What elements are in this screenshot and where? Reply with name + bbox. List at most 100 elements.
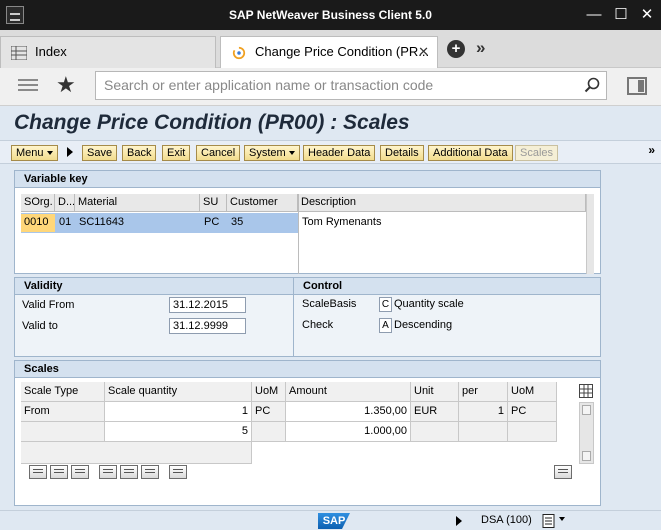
delete-row-icon[interactable]: [120, 465, 138, 479]
scale-basis-text: Quantity scale: [394, 298, 464, 310]
search-icon[interactable]: [584, 77, 600, 93]
cell-sorg[interactable]: 0010: [21, 214, 55, 232]
col-header-sorg[interactable]: SOrg.: [21, 194, 55, 212]
search-placeholder: Search or enter application name or tran…: [104, 77, 434, 93]
save-button[interactable]: Save: [82, 145, 118, 161]
cell-d: 01: [59, 216, 72, 228]
vertical-scrollbar[interactable]: [579, 402, 594, 464]
variable-key-title: Variable key: [15, 171, 600, 188]
scale-quantity-input[interactable]: 1: [105, 402, 252, 422]
refresh-icon: [232, 46, 246, 60]
page-title: Change Price Condition (PR00) : Scales: [14, 111, 410, 134]
maximize-icon[interactable]: ☐: [611, 5, 631, 25]
scroll-up-icon[interactable]: [582, 405, 591, 415]
check-label: Check: [302, 319, 334, 331]
tab-change-price-condition[interactable]: Change Price Condition (PR... ✕: [220, 36, 438, 68]
deselect-all-icon[interactable]: [71, 465, 89, 479]
vertical-scrollbar[interactable]: [586, 194, 594, 274]
cell-material: SC11643: [79, 216, 125, 228]
uom-cell: [252, 422, 286, 442]
tab-change-price-condition-label: Change Price Condition (PR...: [255, 44, 430, 59]
amount-input[interactable]: 1.350,00: [286, 402, 411, 422]
variable-key-group: Variable key SOrg. D... Material SU Cust…: [14, 170, 601, 274]
validity-title: Validity: [15, 278, 293, 295]
system-button-label: System: [249, 147, 286, 159]
check-text: Descending: [394, 319, 453, 331]
control-title: Control: [294, 278, 600, 295]
details-icon[interactable]: [169, 465, 187, 479]
toolbar-overflow-chevron-icon[interactable]: »: [648, 143, 655, 157]
back-button[interactable]: Back: [122, 145, 157, 161]
copy-row-icon[interactable]: [141, 465, 159, 479]
minimize-icon[interactable]: —: [584, 5, 604, 25]
scale-type-cell: From: [21, 402, 105, 422]
scales-body: Scale Type Scale quantity UoM Amount Uni…: [15, 378, 600, 505]
col-header-description[interactable]: Description: [298, 194, 586, 212]
additional-data-button[interactable]: Additional Data: [428, 145, 513, 161]
new-tab-plus-icon[interactable]: +: [447, 40, 465, 58]
play-arrow-icon[interactable]: [67, 147, 73, 157]
dropdown-caret-icon: [288, 151, 295, 156]
tab-index[interactable]: Index: [0, 36, 216, 68]
variable-key-body: SOrg. D... Material SU Customer Descript…: [15, 188, 600, 274]
more-tabs-chevron-icon[interactable]: »: [476, 38, 485, 58]
valid-from-label: Valid From: [22, 299, 75, 311]
validity-body: Valid From 31.12.2015 Valid to 31.12.999…: [15, 295, 293, 356]
status-arrow-icon[interactable]: [456, 516, 462, 526]
scale-basis-code-field[interactable]: C: [379, 297, 392, 312]
insert-row-icon[interactable]: [99, 465, 117, 479]
control-group: Control ScaleBasis C Quantity scale Chec…: [293, 277, 601, 357]
per-cell: [459, 422, 508, 442]
select-block-icon[interactable]: [50, 465, 68, 479]
col-header-uom[interactable]: UoM: [252, 382, 286, 402]
scales-title: Scales: [15, 361, 600, 378]
col-header-scale-type[interactable]: Scale Type: [21, 382, 105, 402]
scale-basis-label: ScaleBasis: [302, 298, 357, 310]
dropdown-caret-icon[interactable]: [559, 517, 565, 521]
col-header-unit[interactable]: Unit: [411, 382, 459, 402]
col-header-material[interactable]: Material: [75, 194, 200, 212]
valid-to-field[interactable]: 31.12.9999: [169, 318, 246, 334]
col-header-scale-quantity[interactable]: Scale quantity: [105, 382, 252, 402]
scale-quantity-input[interactable]: 5: [105, 422, 252, 442]
side-panel-icon[interactable]: [627, 77, 647, 95]
cancel-button[interactable]: Cancel: [196, 145, 241, 161]
col-header-per[interactable]: per: [459, 382, 508, 402]
scales-button[interactable]: Scales: [515, 145, 559, 161]
col-header-amount[interactable]: Amount: [286, 382, 411, 402]
uom2-cell: PC: [508, 402, 557, 422]
check-code-field[interactable]: A: [379, 318, 392, 333]
control-body: ScaleBasis C Quantity scale Check A Desc…: [294, 295, 600, 356]
search-input[interactable]: Search or enter application name or tran…: [95, 71, 607, 100]
col-header-customer[interactable]: Customer: [227, 194, 298, 212]
grid-icon: [11, 46, 27, 60]
unit-cell: [411, 422, 459, 442]
validity-group: Validity Valid From 31.12.2015 Valid to …: [14, 277, 294, 357]
exit-button[interactable]: Exit: [162, 145, 191, 161]
scroll-down-icon[interactable]: [582, 451, 591, 461]
window-title-bar: SAP NetWeaver Business Client 5.0 — ☐ ✕: [0, 0, 661, 30]
amount-input[interactable]: 1.000,00: [286, 422, 411, 442]
uom-cell: PC: [252, 402, 286, 422]
menu-list-icon[interactable]: [18, 79, 38, 95]
table-settings-icon[interactable]: [579, 384, 593, 398]
system-button[interactable]: System: [244, 145, 300, 161]
col-header-su[interactable]: SU: [200, 194, 227, 212]
unit-cell: EUR: [411, 402, 459, 422]
header-data-button[interactable]: Header Data: [303, 145, 376, 161]
col-header-uom2[interactable]: UoM: [508, 382, 557, 402]
select-all-icon[interactable]: [29, 465, 47, 479]
close-window-icon[interactable]: ✕: [637, 5, 657, 25]
tab-close-icon[interactable]: ✕: [418, 37, 429, 67]
log-icon[interactable]: [542, 514, 556, 528]
cell-su: PC: [204, 216, 220, 228]
window-title: SAP NetWeaver Business Client 5.0: [229, 8, 432, 22]
col-header-d[interactable]: D...: [55, 194, 75, 212]
valid-from-field[interactable]: 31.12.2015: [169, 297, 246, 313]
uom2-cell: [508, 422, 557, 442]
favorites-star-icon[interactable]: ★: [56, 72, 76, 98]
application-toolbar: Menu Save Back Exit Cancel System Header…: [0, 140, 661, 164]
new-page-icon[interactable]: [554, 465, 572, 479]
details-button[interactable]: Details: [380, 145, 424, 161]
menu-button[interactable]: Menu: [11, 145, 58, 161]
